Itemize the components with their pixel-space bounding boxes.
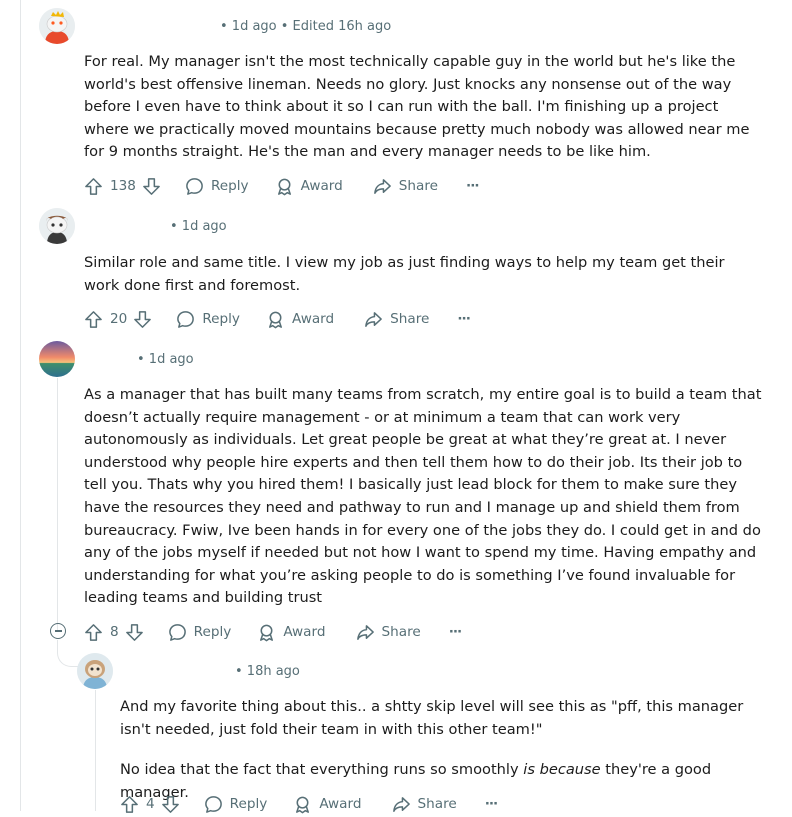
- share-button[interactable]: Share: [364, 310, 429, 329]
- more-options-button[interactable]: ···: [485, 796, 498, 812]
- emphasis-text: is because: [523, 761, 601, 779]
- downvote-icon: [143, 177, 160, 195]
- thread-line: [20, 0, 21, 811]
- thread-line: [57, 378, 58, 630]
- comment-meta: • 18h ago: [235, 664, 300, 679]
- comment-meta: • 1d ago: [170, 219, 227, 234]
- upvote-button[interactable]: [84, 177, 103, 196]
- upvote-button[interactable]: [84, 310, 103, 329]
- comment-bubble-icon: [186, 177, 203, 195]
- share-button[interactable]: Share: [373, 177, 438, 196]
- reply-label: Reply: [229, 796, 268, 812]
- avatar[interactable]: [39, 341, 75, 377]
- avatar[interactable]: [77, 653, 113, 689]
- upvote-icon: [85, 310, 102, 328]
- award-button[interactable]: Award: [275, 177, 343, 196]
- snoo-avatar-icon: [39, 8, 75, 44]
- reply-label: Reply: [202, 311, 240, 327]
- snoo-avatar-icon: [39, 208, 75, 244]
- award-label: Award: [283, 624, 326, 640]
- reply-button[interactable]: Reply: [176, 310, 240, 329]
- vote-count: 138: [110, 178, 136, 194]
- avatar[interactable]: [39, 208, 75, 244]
- reply-button[interactable]: Reply: [168, 623, 232, 642]
- share-label: Share: [381, 624, 421, 640]
- collapse-thread-button[interactable]: [50, 623, 66, 639]
- comment-meta: • 1d ago: [137, 352, 194, 367]
- comment-paragraph: And my favorite thing about this.. a sht…: [120, 696, 760, 741]
- comment-body: For real. My manager isn't the most tech…: [84, 51, 764, 164]
- share-label: Share: [398, 178, 439, 194]
- downvote-icon: [134, 310, 152, 328]
- comment-paragraph: As a manager that has built many teams f…: [84, 386, 762, 607]
- downvote-icon: [125, 623, 143, 641]
- award-label: Award: [291, 311, 335, 327]
- avatar[interactable]: [39, 8, 75, 44]
- reply-label: Reply: [210, 178, 249, 194]
- upvote-button[interactable]: [84, 623, 103, 642]
- comment-bubble-icon: [168, 623, 186, 641]
- comment-bubble-icon: [177, 310, 195, 328]
- reply-label: Reply: [193, 624, 232, 640]
- share-label: Share: [390, 311, 430, 327]
- sunset-avatar-icon: [39, 341, 75, 377]
- more-options-button[interactable]: ···: [466, 178, 479, 194]
- award-icon: [277, 178, 291, 195]
- more-options-button[interactable]: ···: [457, 311, 470, 327]
- reply-connector: [57, 640, 78, 667]
- award-button[interactable]: Award: [266, 310, 334, 329]
- comment-body: Similar role and same title. I view my j…: [84, 252, 764, 297]
- thread-line: [95, 690, 96, 811]
- sloth-avatar-icon: [77, 653, 113, 689]
- more-options-button[interactable]: ···: [449, 624, 462, 640]
- share-icon: [356, 624, 374, 640]
- downvote-button[interactable]: [142, 177, 161, 196]
- comment-body: And my favorite thing about this.. a sht…: [120, 696, 760, 804]
- upvote-icon: [85, 177, 102, 195]
- award-icon: [260, 624, 274, 641]
- vote-count: 4: [146, 796, 155, 812]
- share-icon: [365, 311, 383, 327]
- comment-actions: 138 Reply Award Share ···: [84, 173, 479, 199]
- comment-body: As a manager that has built many teams f…: [84, 384, 764, 610]
- award-label: Award: [319, 796, 362, 812]
- reply-button[interactable]: Reply: [185, 177, 249, 196]
- comment-text: And my favorite thing about this.. a sh: [120, 698, 402, 715]
- comment-paragraph: Similar role and same title. I view my j…: [84, 254, 725, 294]
- comment-text: No idea that the fact that everything ru…: [120, 761, 524, 779]
- share-label: Share: [417, 796, 457, 812]
- comment-paragraph: For real. My manager isn't the most tech…: [84, 53, 750, 161]
- comment-actions: 4 Reply Award Share ···: [120, 791, 498, 817]
- award-icon: [269, 311, 282, 328]
- comment-meta: • 1d ago • Edited 16h ago: [220, 19, 392, 34]
- share-button[interactable]: Share: [356, 623, 421, 642]
- comment-actions: 8 Reply Award Share ···: [84, 619, 462, 645]
- vote-count: 8: [110, 624, 119, 640]
- downvote-button[interactable]: [133, 310, 152, 329]
- minus-icon: [54, 630, 62, 632]
- award-button[interactable]: Award: [257, 623, 326, 642]
- comment-actions: 20 Reply Award Share ···: [84, 306, 471, 332]
- downvote-button[interactable]: [125, 623, 144, 642]
- award-label: Award: [300, 178, 343, 194]
- vote-count: 20: [110, 311, 128, 327]
- upvote-icon: [85, 623, 102, 641]
- share-icon: [373, 178, 391, 194]
